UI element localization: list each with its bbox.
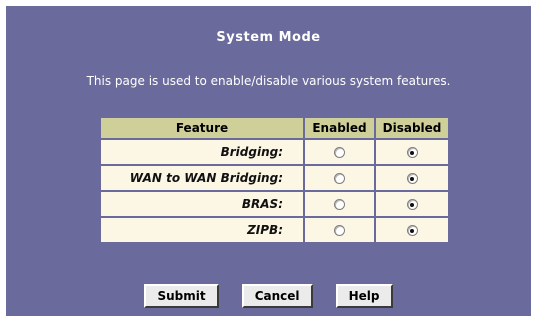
bridging-enabled-radio[interactable] bbox=[334, 147, 345, 158]
submit-button[interactable]: Submit bbox=[144, 284, 219, 308]
feature-label-bridging: Bridging: bbox=[101, 140, 303, 164]
page-title: System Mode bbox=[216, 30, 321, 45]
help-button[interactable]: Help bbox=[335, 284, 393, 308]
table-row: Bridging: bbox=[101, 140, 448, 164]
table-row: WAN to WAN Bridging: bbox=[101, 166, 448, 190]
page-description: This page is used to enable/disable vari… bbox=[86, 74, 451, 88]
feature-table: Feature Enabled Disabled Bridging: WAN t… bbox=[99, 116, 450, 244]
header-feature: Feature bbox=[101, 118, 303, 138]
table-header-row: Feature Enabled Disabled bbox=[101, 118, 448, 138]
feature-label-wan-to-wan-bridging: WAN to WAN Bridging: bbox=[101, 166, 303, 190]
header-enabled: Enabled bbox=[305, 118, 374, 138]
zipb-disabled-radio[interactable] bbox=[406, 225, 418, 236]
table-row: BRAS: bbox=[101, 192, 448, 216]
wan-to-wan-bridging-enabled-radio[interactable] bbox=[334, 173, 345, 184]
wan-to-wan-bridging-disabled-radio[interactable] bbox=[406, 173, 418, 184]
feature-label-bras: BRAS: bbox=[101, 192, 303, 216]
bras-enabled-radio[interactable] bbox=[334, 199, 345, 210]
table-row: ZIPB: bbox=[101, 218, 448, 242]
feature-label-zipb: ZIPB: bbox=[101, 218, 303, 242]
bridging-disabled-radio[interactable] bbox=[406, 147, 418, 158]
zipb-enabled-radio[interactable] bbox=[334, 225, 345, 236]
bras-disabled-radio[interactable] bbox=[406, 199, 418, 210]
header-disabled: Disabled bbox=[376, 118, 448, 138]
system-mode-panel: System Mode This page is used to enable/… bbox=[6, 6, 531, 316]
button-bar: Submit Cancel Help bbox=[6, 284, 531, 308]
cancel-button[interactable]: Cancel bbox=[241, 284, 313, 308]
